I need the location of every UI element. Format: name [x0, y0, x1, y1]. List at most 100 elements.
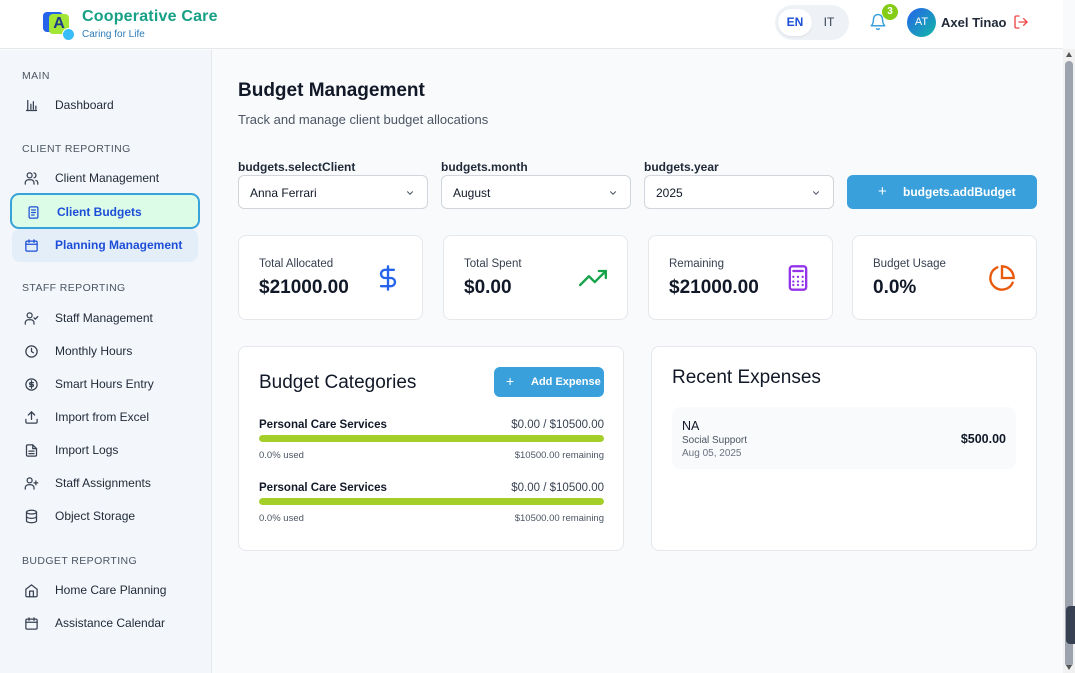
page-scrollbar[interactable]: [1063, 49, 1075, 673]
sidebar-item-label: Planning Management: [55, 238, 183, 252]
sidebar-item-label: Home Care Planning: [55, 583, 167, 597]
chevron-down-icon: [406, 191, 414, 195]
database-icon: [25, 509, 38, 524]
sidebar-item-object-storage[interactable]: Object Storage: [12, 500, 198, 533]
stat-card-allocated: Total Allocated $21000.00: [238, 235, 423, 320]
upload-icon: [25, 410, 38, 424]
scroll-down-arrow-icon[interactable]: [1066, 665, 1072, 670]
file-text-icon: [25, 444, 38, 457]
chevron-down-icon: [609, 191, 617, 195]
page-title: Budget Management: [238, 80, 425, 101]
stat-value: $21000.00: [669, 277, 759, 298]
category-name: Personal Care Services: [259, 419, 387, 431]
sidebar-item-label: Client Budgets: [57, 205, 142, 219]
expense-date: Aug 05, 2025: [682, 448, 742, 459]
budget-categories-title: Budget Categories: [259, 372, 417, 393]
section-staff-reporting: STAFF REPORTING: [22, 282, 126, 294]
client-select[interactable]: Anna Ferrari: [238, 175, 428, 209]
stat-label: Total Allocated: [259, 258, 334, 270]
category-progress-fill: [259, 435, 604, 442]
brand-tagline: Caring for Life: [82, 29, 145, 40]
pie-chart-icon: [989, 265, 1015, 291]
category-progress-fill: [259, 498, 604, 505]
stat-value: 0.0%: [873, 277, 917, 298]
dollar-icon: [379, 265, 397, 291]
client-select-label: budgets.selectClient: [238, 160, 356, 174]
category-used: 0.0% used: [259, 450, 304, 461]
stat-label: Budget Usage: [873, 258, 946, 270]
year-select[interactable]: 2025: [644, 175, 834, 209]
logout-icon[interactable]: [1013, 14, 1029, 30]
user-check-icon: [24, 312, 39, 325]
sidebar-item-monthly-hours[interactable]: Monthly Hours: [12, 335, 198, 368]
sidebar-item-smart-hours-entry[interactable]: Smart Hours Entry: [12, 368, 198, 401]
client-select-value: Anna Ferrari: [250, 186, 317, 200]
sidebar-item-label: Import Logs: [55, 443, 119, 457]
sidebar-item-home-care-planning[interactable]: Home Care Planning: [12, 574, 198, 607]
category-name: Personal Care Services: [259, 482, 387, 494]
expense-name: NA: [682, 419, 700, 433]
plus-icon: +: [878, 183, 887, 200]
expense-amount: $500.00: [960, 432, 1006, 446]
sidebar-item-client-budgets[interactable]: Client Budgets: [10, 193, 200, 229]
sidebar-item-client-management[interactable]: Client Management: [12, 162, 198, 195]
expense-category: Social Support: [682, 435, 748, 446]
sidebar-item-label: Object Storage: [55, 509, 136, 523]
category-row: Personal Care Services $0.00 / $10500.00…: [259, 419, 604, 469]
sidebar-item-label: Staff Management: [55, 311, 153, 325]
sidebar-item-assistance-calendar[interactable]: Assistance Calendar: [12, 607, 198, 640]
calendar-icon: [25, 617, 38, 630]
avatar[interactable]: AT: [907, 8, 936, 37]
page-subtitle: Track and manage client budget allocatio…: [238, 112, 489, 127]
app-logo[interactable]: A: [43, 9, 75, 41]
month-select-value: August: [453, 186, 491, 200]
add-expense-button[interactable]: + Add Expense: [494, 367, 604, 397]
lang-en-button[interactable]: EN: [778, 9, 812, 36]
calendar-icon: [25, 239, 38, 252]
scrollbar-thumb[interactable]: [1065, 61, 1073, 667]
lang-it-button[interactable]: IT: [812, 9, 846, 36]
expense-item[interactable]: NA Social Support Aug 05, 2025 $500.00: [672, 407, 1016, 469]
sidebar-item-label: Smart Hours Entry: [55, 377, 154, 391]
sidebar-item-label: Monthly Hours: [55, 344, 133, 358]
sidebar-item-label: Assistance Calendar: [55, 616, 166, 630]
category-used: 0.0% used: [259, 513, 304, 524]
user-name[interactable]: Axel Tinao: [941, 15, 1007, 30]
category-progress-bar: [259, 435, 604, 442]
trending-up-icon: [579, 269, 607, 287]
chevron-down-icon: [812, 191, 820, 195]
category-row: Personal Care Services $0.00 / $10500.00…: [259, 482, 604, 532]
sidebar: MAIN Dashboard CLIENT REPORTING Client M…: [0, 50, 212, 673]
sidebar-item-label: Client Management: [55, 171, 160, 185]
section-main: MAIN: [22, 70, 50, 82]
sidebar-item-label: Staff Assignments: [55, 476, 151, 490]
sidebar-item-dashboard[interactable]: Dashboard: [12, 89, 198, 122]
sidebar-item-label: Import from Excel: [55, 410, 150, 424]
year-select-label: budgets.year: [644, 160, 719, 174]
language-switcher: EN IT: [775, 5, 849, 40]
sidebar-item-label: Dashboard: [55, 98, 114, 112]
category-amount: $0.00 / $10500.00: [511, 482, 604, 494]
brand-name: Cooperative Care: [82, 8, 218, 25]
side-panel-tab[interactable]: [1066, 606, 1075, 644]
sidebar-item-staff-assignments[interactable]: Staff Assignments: [12, 467, 198, 500]
stat-label: Remaining: [669, 258, 724, 270]
add-budget-button[interactable]: + budgets.addBudget: [847, 175, 1037, 209]
sidebar-item-planning-management[interactable]: Planning Management: [12, 229, 198, 262]
scroll-up-arrow-icon[interactable]: [1066, 52, 1072, 57]
home-icon: [25, 584, 38, 598]
document-icon: [28, 206, 39, 219]
month-select[interactable]: August: [441, 175, 631, 209]
sidebar-item-staff-management[interactable]: Staff Management: [12, 302, 198, 335]
plus-icon: +: [506, 373, 515, 389]
bar-chart-icon: [25, 99, 38, 112]
stat-card-spent: Total Spent $0.00: [443, 235, 628, 320]
dollar-circle-icon: [25, 378, 38, 391]
category-amount: $0.00 / $10500.00: [511, 419, 604, 431]
add-budget-label: budgets.addBudget: [903, 185, 1016, 199]
section-budget-reporting: BUDGET REPORTING: [22, 555, 138, 567]
sidebar-item-import-excel[interactable]: Import from Excel: [12, 401, 198, 434]
section-client-reporting: CLIENT REPORTING: [22, 143, 131, 155]
calculator-icon: [788, 265, 808, 291]
sidebar-item-import-logs[interactable]: Import Logs: [12, 434, 198, 467]
